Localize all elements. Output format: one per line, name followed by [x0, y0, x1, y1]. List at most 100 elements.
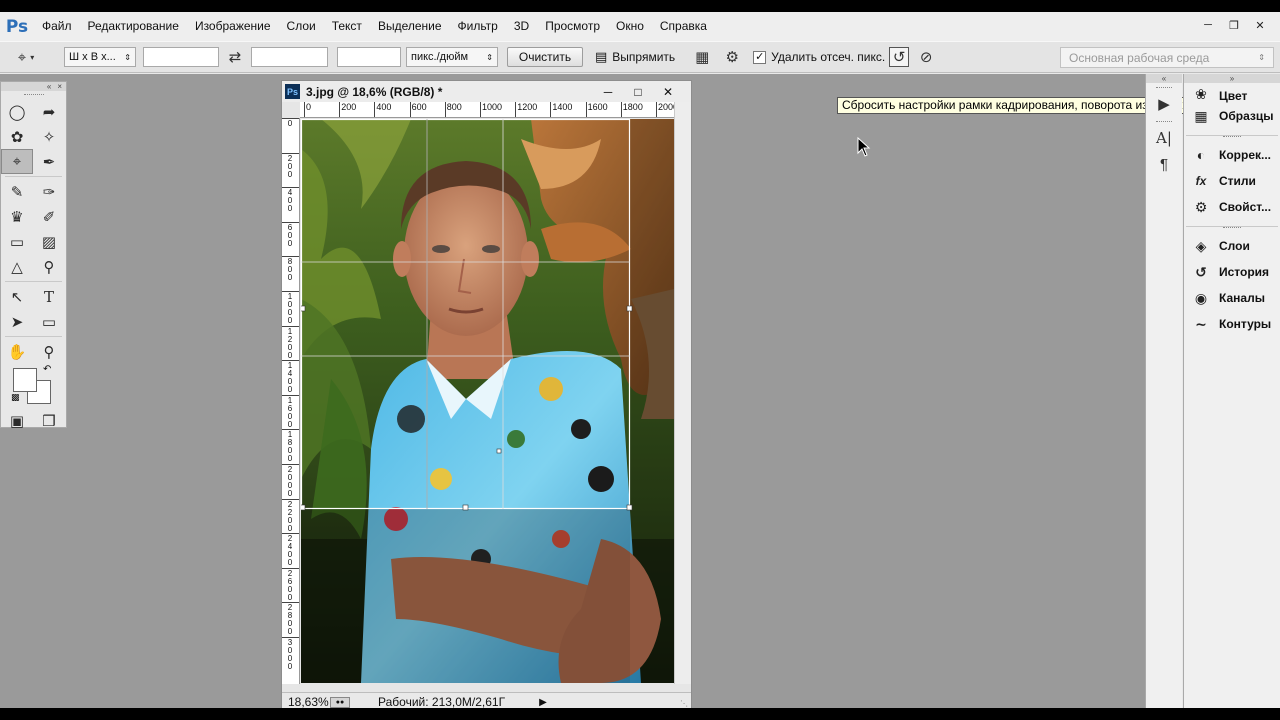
document-title-bar[interactable]: Ps 3.jpg @ 18,6% (RGB/8) * ─ □ ✕	[282, 81, 691, 102]
marquee-tool-icon[interactable]: ◯	[1, 99, 33, 124]
ruler-tick: 1800	[620, 102, 643, 117]
screen-mode-icon[interactable]: ❒	[33, 408, 65, 433]
panel-color[interactable]: ❀ Цвет	[1184, 83, 1280, 103]
panel-channels[interactable]: ◉ Каналы	[1184, 285, 1280, 311]
doc-close-icon[interactable]: ✕	[653, 83, 683, 100]
panel-styles[interactable]: fx Стили	[1184, 168, 1280, 194]
chevron-updown-icon: ⇕	[124, 52, 131, 62]
dock-header[interactable]: »	[1184, 74, 1280, 83]
menu-window[interactable]: Окно	[608, 12, 652, 41]
overlay-grid-icon[interactable]: ▦	[691, 46, 713, 68]
menu-file[interactable]: Файл	[34, 12, 80, 41]
workspace-select[interactable]: Основная рабочая среда ⇕	[1060, 47, 1274, 68]
properties-icon: ⚙	[1194, 198, 1208, 215]
path-select-tool-icon[interactable]: ➤	[1, 309, 33, 334]
brush-tool-icon[interactable]: ✑	[33, 179, 65, 204]
character-panel-icon[interactable]: A|	[1146, 125, 1182, 151]
document-window: Ps 3.jpg @ 18,6% (RGB/8) * ─ □ ✕ 0 200 400…	[281, 80, 692, 708]
adjustments-icon: ◐	[1196, 147, 1206, 163]
paragraph-panel-icon[interactable]: ¶	[1146, 151, 1182, 177]
panel-history[interactable]: ↺ История	[1184, 259, 1280, 285]
play-actions-icon[interactable]: ▶	[1146, 91, 1182, 117]
crop-tool-icon[interactable]: ⌖	[1, 149, 33, 174]
status-menu-arrow-icon[interactable]: ▶	[539, 697, 547, 708]
panel-paths[interactable]: ∼ Контуры	[1184, 311, 1280, 337]
panel-label: Слои	[1219, 239, 1250, 253]
resize-grip-icon[interactable]: ⋱	[680, 699, 688, 708]
move-tool-icon[interactable]: ➦	[33, 99, 65, 124]
panel-swatches[interactable]: ▦ Образцы	[1184, 103, 1280, 129]
hand-tool-icon[interactable]: ✋	[1, 339, 33, 364]
panel-properties[interactable]: ⚙ Свойст...	[1184, 194, 1280, 220]
ruler-tick: 3 0 0 0	[282, 637, 299, 671]
mouse-cursor-icon	[857, 137, 871, 157]
shape-tool-icon[interactable]: ▭	[33, 309, 65, 334]
resolution-input[interactable]	[337, 47, 401, 67]
foreground-color-swatch[interactable]	[13, 368, 37, 392]
ratio-select[interactable]: Ш x В x... ⇕	[64, 47, 136, 67]
height-input[interactable]	[251, 47, 328, 67]
type-tool-icon[interactable]: T	[33, 284, 65, 309]
tools-panel-header[interactable]: «×	[1, 82, 66, 91]
swap-dimensions-icon[interactable]: ⇄	[224, 46, 246, 68]
swap-colors-icon[interactable]: ↶	[43, 364, 51, 375]
quick-mask-icon[interactable]: ▣	[1, 408, 33, 433]
menu-edit[interactable]: Редактирование	[80, 12, 187, 41]
close-icon[interactable]: ✕	[1248, 16, 1272, 34]
gear-icon[interactable]: ⚙	[721, 46, 743, 68]
minimize-icon[interactable]: ─	[1196, 16, 1220, 34]
pen-tool-icon[interactable]: ↖	[1, 284, 33, 309]
crop-tool-preset-icon[interactable]: ⌖ ▾	[6, 46, 46, 68]
blur-tool-icon[interactable]: △	[1, 254, 33, 279]
width-input[interactable]	[143, 47, 219, 67]
cancel-crop-icon[interactable]: ⊘	[915, 46, 937, 68]
healing-brush-tool-icon[interactable]: ✎	[1, 179, 33, 204]
styles-fx-icon: fx	[1195, 174, 1207, 188]
menu-bar: Ps Файл Редактирование Изображение Слои …	[0, 12, 1280, 41]
doc-maximize-icon[interactable]: □	[623, 83, 653, 100]
ruler-tick: 400	[374, 102, 392, 117]
eraser-tool-icon[interactable]: ▭	[1, 229, 33, 254]
menu-layers[interactable]: Слои	[279, 12, 324, 41]
dodge-tool-icon[interactable]: ⚲	[33, 254, 65, 279]
menu-image[interactable]: Изображение	[187, 12, 279, 41]
image-canvas[interactable]	[301, 119, 674, 683]
vertical-scrollbar[interactable]	[674, 102, 691, 684]
default-colors-icon[interactable]: ▩	[11, 392, 20, 403]
collapse-icon[interactable]: «	[47, 82, 51, 91]
collapse-icon[interactable]: «	[1146, 74, 1182, 83]
gradient-tool-icon[interactable]: ▨	[33, 229, 65, 254]
resolution-unit-select[interactable]: пикс./дюйм ⇕	[406, 47, 498, 67]
eyedropper-tool-icon[interactable]: ✒	[33, 149, 65, 174]
status-info-icon[interactable]: ●●	[330, 696, 350, 708]
tools-grip[interactable]	[1, 91, 66, 99]
panel-label: История	[1219, 265, 1270, 279]
menu-select[interactable]: Выделение	[370, 12, 450, 41]
restore-icon[interactable]: ❐	[1222, 16, 1246, 34]
clone-stamp-tool-icon[interactable]: ♛	[1, 204, 33, 229]
lasso-tool-icon[interactable]: ✿	[1, 124, 33, 149]
history-brush-tool-icon[interactable]: ✐	[33, 204, 65, 229]
chevron-updown-icon: ⇕	[486, 52, 493, 62]
quick-select-tool-icon[interactable]: ✧	[33, 124, 65, 149]
menu-help[interactable]: Справка	[652, 12, 715, 41]
ruler-tick: 2 0 0	[282, 152, 299, 179]
delete-cropped-checkbox[interactable]: ✓	[753, 50, 767, 64]
straighten-icon: ▤	[595, 49, 608, 64]
channels-icon: ◉	[1194, 289, 1208, 306]
panel-label: Цвет	[1219, 89, 1248, 103]
doc-minimize-icon[interactable]: ─	[593, 83, 623, 100]
zoom-level[interactable]: 18,63%	[288, 695, 329, 708]
delete-cropped-option: ✓ Удалить отсеч. пикс.	[753, 50, 885, 64]
reset-crop-icon[interactable]: ↺	[889, 47, 910, 67]
menu-3d[interactable]: 3D	[506, 12, 537, 41]
zoom-tool-icon[interactable]: ⚲	[33, 339, 65, 364]
panel-layers[interactable]: ◈ Слои	[1184, 233, 1280, 259]
menu-type[interactable]: Текст	[324, 12, 370, 41]
menu-view[interactable]: Просмотр	[537, 12, 608, 41]
clear-button[interactable]: Очистить	[507, 47, 583, 67]
straighten-button[interactable]: ▤ Выпрямить	[595, 49, 675, 65]
menu-filter[interactable]: Фильтр	[450, 12, 506, 41]
close-icon[interactable]: ×	[57, 82, 62, 91]
panel-adjustments[interactable]: ◐ Коррек...	[1184, 142, 1280, 168]
